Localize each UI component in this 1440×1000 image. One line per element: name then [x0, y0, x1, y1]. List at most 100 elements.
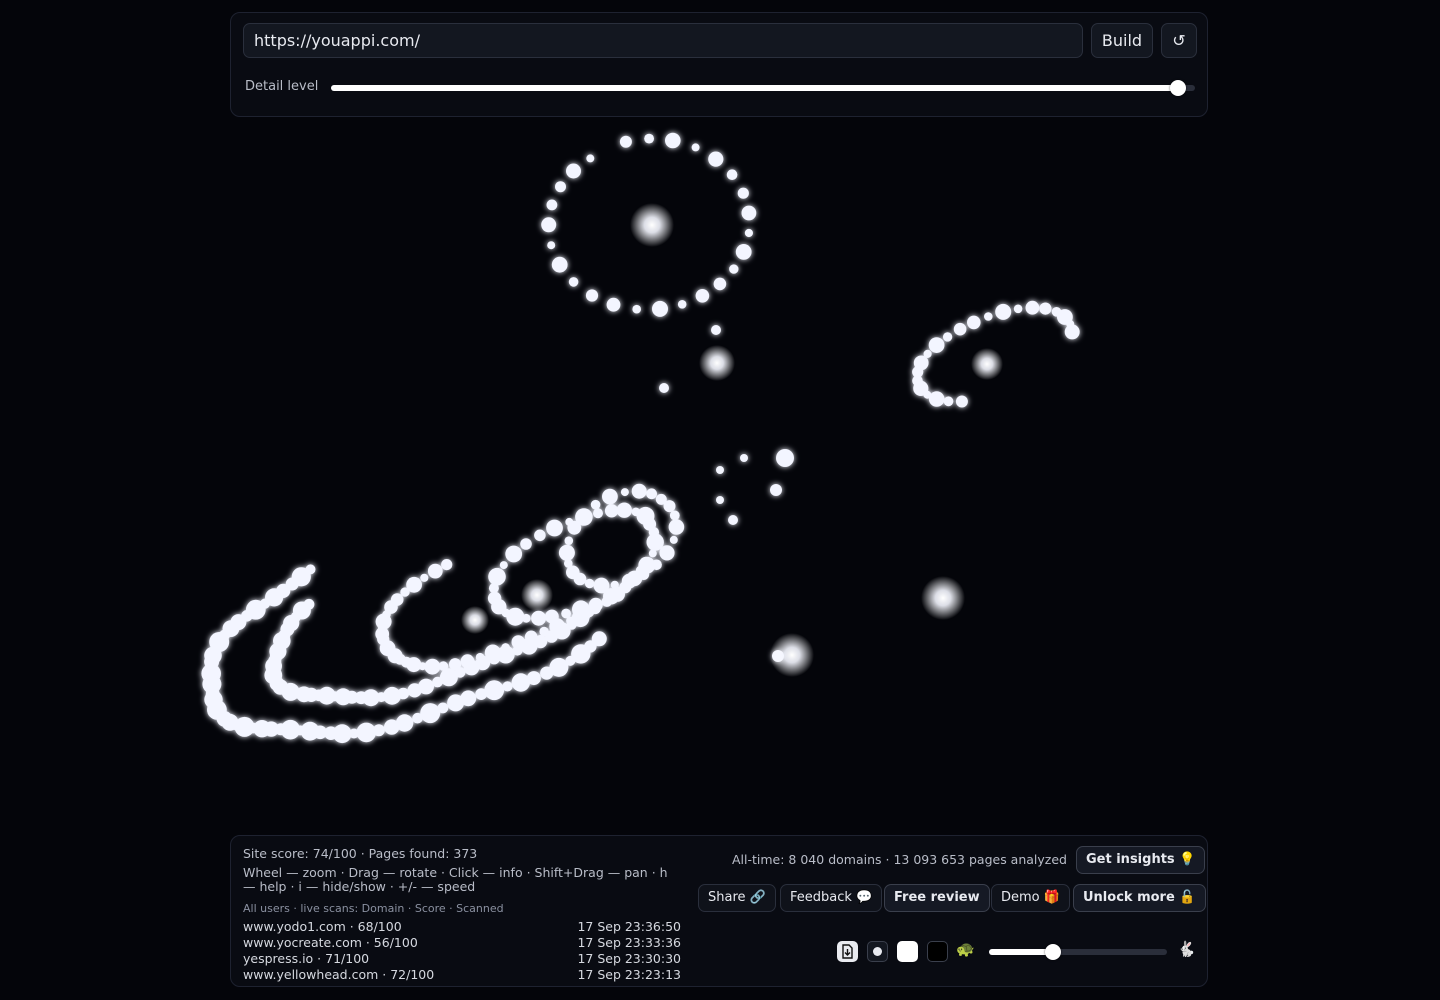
graph-node[interactable]	[577, 509, 590, 522]
graph-node[interactable]	[551, 256, 568, 273]
demo-button[interactable]: Demo 🎁	[991, 884, 1070, 912]
graph-node[interactable]	[484, 680, 505, 701]
graph-node[interactable]	[620, 488, 629, 497]
graph-node[interactable]	[1039, 302, 1052, 315]
graph-hub-node[interactable]	[921, 576, 965, 620]
graph-node[interactable]	[384, 719, 400, 735]
graph-node[interactable]	[412, 712, 423, 724]
graph-node[interactable]	[955, 395, 968, 408]
detail-level-thumb[interactable]	[1169, 80, 1186, 96]
speed-thumb[interactable]	[1045, 944, 1062, 960]
graph-node[interactable]	[659, 383, 669, 393]
build-button[interactable]: Build	[1091, 23, 1153, 58]
graph-node[interactable]	[651, 559, 662, 571]
graph-node[interactable]	[606, 297, 621, 312]
graph-node[interactable]	[636, 506, 655, 525]
graph-node[interactable]	[713, 277, 727, 291]
graph-node[interactable]	[967, 315, 981, 330]
graph-hub-node[interactable]	[521, 579, 553, 611]
graph-node[interactable]	[439, 668, 458, 687]
scan-row[interactable]: www.yodo1.com · 68/100 17 Sep 23:36:50	[243, 919, 681, 935]
graph-node[interactable]	[546, 519, 563, 537]
graph-node[interactable]	[984, 312, 993, 321]
graph-node[interactable]	[665, 132, 681, 149]
graph-node[interactable]	[545, 609, 559, 624]
graph-node[interactable]	[593, 577, 610, 594]
graph-node[interactable]	[726, 169, 738, 180]
graph-node[interactable]	[449, 658, 462, 671]
graph-node[interactable]	[716, 466, 724, 474]
graph-node[interactable]	[708, 151, 724, 167]
detail-level-slider[interactable]	[331, 80, 1195, 96]
graph-node[interactable]	[303, 598, 315, 610]
graph-node[interactable]	[520, 538, 532, 550]
graph-hub-node[interactable]	[699, 345, 735, 381]
graph-node[interactable]	[621, 573, 637, 589]
graph-node[interactable]	[602, 488, 618, 505]
graph-node[interactable]	[744, 228, 754, 238]
graph-node[interactable]	[584, 578, 595, 589]
graph-node[interactable]	[669, 510, 680, 521]
graph-node[interactable]	[740, 454, 748, 462]
graph-node[interactable]	[652, 300, 668, 317]
graph-node[interactable]	[407, 683, 422, 698]
graph-node[interactable]	[668, 519, 685, 535]
graph-node[interactable]	[1013, 304, 1023, 314]
graph-node[interactable]	[487, 591, 502, 605]
scan-row[interactable]: www.yellowhead.com · 72/100 17 Sep 23:23…	[243, 967, 681, 983]
graph-node[interactable]	[943, 396, 954, 407]
graph-node[interactable]	[953, 322, 967, 336]
graph-node[interactable]	[593, 508, 603, 519]
graph-node[interactable]	[646, 488, 657, 500]
graph-node[interactable]	[735, 244, 752, 260]
graph-node[interactable]	[499, 561, 508, 570]
graph-node[interactable]	[356, 722, 377, 743]
graph-node[interactable]	[604, 504, 619, 518]
graph-node[interactable]	[592, 599, 601, 608]
url-input[interactable]	[243, 23, 1083, 58]
graph-node[interactable]	[638, 568, 650, 581]
graph-node[interactable]	[566, 163, 581, 179]
graph-node[interactable]	[655, 493, 667, 505]
graph-node[interactable]	[534, 529, 546, 542]
graph-node[interactable]	[928, 391, 945, 407]
graph-node[interactable]	[540, 666, 554, 680]
graph-node[interactable]	[695, 289, 710, 303]
dark-theme-swatch[interactable]	[927, 941, 948, 962]
graph-node[interactable]	[631, 483, 647, 499]
graph-node[interactable]	[488, 567, 506, 586]
graph-node[interactable]	[547, 241, 556, 250]
share-button[interactable]: Share 🔗	[698, 884, 776, 912]
graph-node[interactable]	[511, 673, 530, 692]
graph-node[interactable]	[669, 535, 678, 544]
graph-node[interactable]	[616, 502, 632, 518]
graph-node[interactable]	[555, 181, 566, 193]
graph-node[interactable]	[586, 154, 595, 163]
graph-node[interactable]	[716, 496, 724, 504]
graph-node[interactable]	[511, 635, 526, 649]
graph-node[interactable]	[484, 644, 501, 661]
free-review-button[interactable]: Free review	[884, 884, 990, 912]
graph-node[interactable]	[475, 652, 485, 662]
light-theme-swatch[interactable]	[897, 941, 918, 962]
graph-node[interactable]	[691, 143, 700, 152]
graph-node[interactable]	[632, 304, 641, 314]
reset-icon[interactable]: ↺	[1161, 23, 1197, 58]
graph-node[interactable]	[531, 610, 547, 626]
graph-node[interactable]	[677, 300, 687, 309]
graph-node[interactable]	[427, 563, 443, 579]
graph-hub-node[interactable]	[630, 203, 674, 247]
graph-node[interactable]	[539, 626, 549, 637]
speed-slider[interactable]	[989, 944, 1167, 960]
graph-node[interactable]	[475, 688, 488, 700]
graph-node[interactable]	[424, 658, 441, 675]
graph-node[interactable]	[659, 545, 675, 561]
node-dot-icon[interactable]	[867, 941, 888, 962]
graph-node[interactable]	[728, 515, 738, 525]
graph-node[interactable]	[305, 564, 316, 575]
graph-node[interactable]	[711, 325, 721, 335]
graph-node[interactable]	[770, 484, 782, 496]
graph-node[interactable]	[441, 559, 453, 571]
graph-node[interactable]	[524, 630, 538, 644]
graph-node[interactable]	[567, 520, 582, 535]
